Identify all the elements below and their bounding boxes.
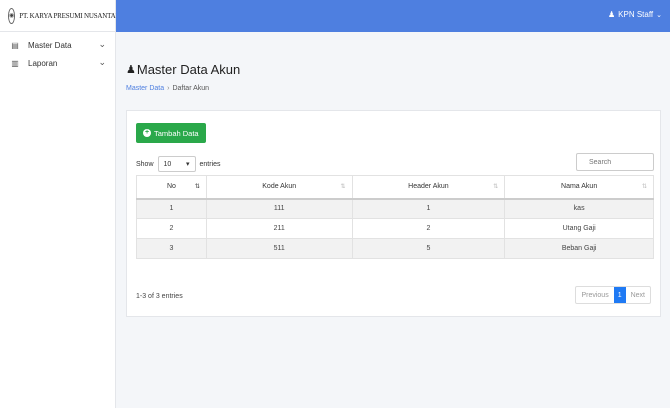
column-header-header-akun[interactable]: Header Akun ⇅ bbox=[351, 175, 506, 200]
chevron-down-icon: ⌄ bbox=[656, 11, 662, 19]
sort-icon: ⇅ bbox=[194, 184, 200, 190]
cell-nama-akun: Utang Gaji bbox=[504, 218, 654, 239]
breadcrumb-link[interactable]: Master Data bbox=[126, 85, 164, 92]
table-info: 1-3 of 3 entries bbox=[136, 293, 183, 300]
cell-header-akun: 5 bbox=[351, 238, 506, 259]
main-content: ♟ Master Data Akun Master Data › Daftar Ak… bbox=[116, 32, 670, 408]
table-header-row: No ⇅ Kode Akun ⇅ Header Akun ⇅ Nama Akun ⇅ bbox=[136, 175, 654, 200]
cell-kode-akun: 511 bbox=[205, 238, 353, 259]
cell-nama-akun: kas bbox=[504, 198, 654, 219]
search-input[interactable] bbox=[576, 153, 654, 171]
sidebar: ◉ PT. KARYA PRESUMI NUSANTARA ▤ Master D… bbox=[0, 0, 125, 408]
sidebar-item-label: Laporan bbox=[28, 58, 58, 68]
chevron-down-icon: ⌄ bbox=[98, 57, 106, 67]
plus-circle-icon: + bbox=[143, 129, 151, 137]
user-menu[interactable]: ♟ KPN Staff ⌄ bbox=[608, 10, 662, 19]
sort-icon: ⇅ bbox=[340, 184, 346, 190]
table-row: 3 511 5 Beban Gaji bbox=[136, 238, 654, 259]
add-data-button[interactable]: + Tambah Data bbox=[136, 123, 206, 143]
page-title-text: Master Data Akun bbox=[136, 62, 241, 77]
column-header-no[interactable]: No ⇅ bbox=[136, 175, 207, 200]
cell-no: 3 bbox=[136, 238, 207, 259]
pagination: Previous 1 Next bbox=[575, 286, 651, 304]
cell-header-akun: 2 bbox=[351, 218, 506, 239]
breadcrumb-current: Daftar Akun bbox=[172, 85, 210, 92]
book-icon: ▥ bbox=[11, 58, 19, 68]
sidebar-item-laporan[interactable]: ▥ Laporan ⌄ bbox=[0, 54, 115, 72]
add-data-button-label: Tambah Data bbox=[154, 128, 199, 138]
previous-button[interactable]: Previous bbox=[576, 287, 613, 303]
column-header-nama-akun[interactable]: Nama Akun ⇅ bbox=[504, 175, 654, 200]
cell-header-akun: 1 bbox=[351, 198, 506, 219]
sort-icon: ⇅ bbox=[641, 184, 647, 190]
database-icon: ▤ bbox=[11, 40, 19, 50]
sidebar-item-label: Master Data bbox=[28, 40, 72, 50]
brand-name: PT. KARYA PRESUMI NUSANTARA bbox=[19, 11, 125, 20]
cell-nama-akun: Beban Gaji bbox=[504, 238, 654, 259]
user-icon: ♟ bbox=[607, 10, 616, 19]
user-name: KPN Staff bbox=[618, 10, 654, 19]
cell-no: 2 bbox=[136, 218, 207, 239]
column-header-kode-akun[interactable]: Kode Akun ⇅ bbox=[205, 175, 353, 200]
cell-kode-akun: 211 bbox=[205, 218, 353, 239]
table-row: 1 111 1 kas bbox=[136, 198, 654, 219]
company-logo-icon: ◉ bbox=[8, 7, 16, 24]
entries-select-value: 10 bbox=[163, 160, 172, 168]
sort-icon: ⇅ bbox=[493, 184, 499, 190]
entries-select[interactable]: 10 ▾ bbox=[157, 156, 196, 172]
user-icon: ♟ bbox=[126, 64, 136, 76]
entries-length: Show 10 ▾ entries bbox=[136, 156, 221, 172]
next-button[interactable]: Next bbox=[626, 287, 650, 303]
caret-down-icon: ▾ bbox=[186, 161, 190, 168]
breadcrumb-separator: › bbox=[167, 85, 170, 92]
table-row: 2 211 2 Utang Gaji bbox=[136, 218, 654, 239]
page-1-button[interactable]: 1 bbox=[613, 287, 626, 303]
brand[interactable]: ◉ PT. KARYA PRESUMI NUSANTARA bbox=[0, 0, 125, 32]
data-card: + Tambah Data Show 10 ▾ entries No⇅ Kode… bbox=[126, 110, 661, 317]
page-title: ♟ Master Data Akun bbox=[126, 62, 240, 77]
entries-label: entries bbox=[199, 160, 221, 168]
cell-kode-akun: 111 bbox=[205, 198, 353, 219]
accounts-table: No ⇅ Kode Akun ⇅ Header Akun ⇅ Nama Akun ⇅ 1… bbox=[136, 175, 654, 259]
breadcrumb: Master Data › Daftar Akun bbox=[126, 85, 209, 92]
sidebar-item-master-data[interactable]: ▤ Master Data ⌄ bbox=[0, 36, 115, 54]
chevron-down-icon: ⌄ bbox=[98, 39, 106, 49]
cell-no: 1 bbox=[136, 198, 207, 219]
topbar: ♟ KPN Staff ⌄ bbox=[116, 0, 670, 32]
show-label: Show bbox=[136, 160, 154, 168]
